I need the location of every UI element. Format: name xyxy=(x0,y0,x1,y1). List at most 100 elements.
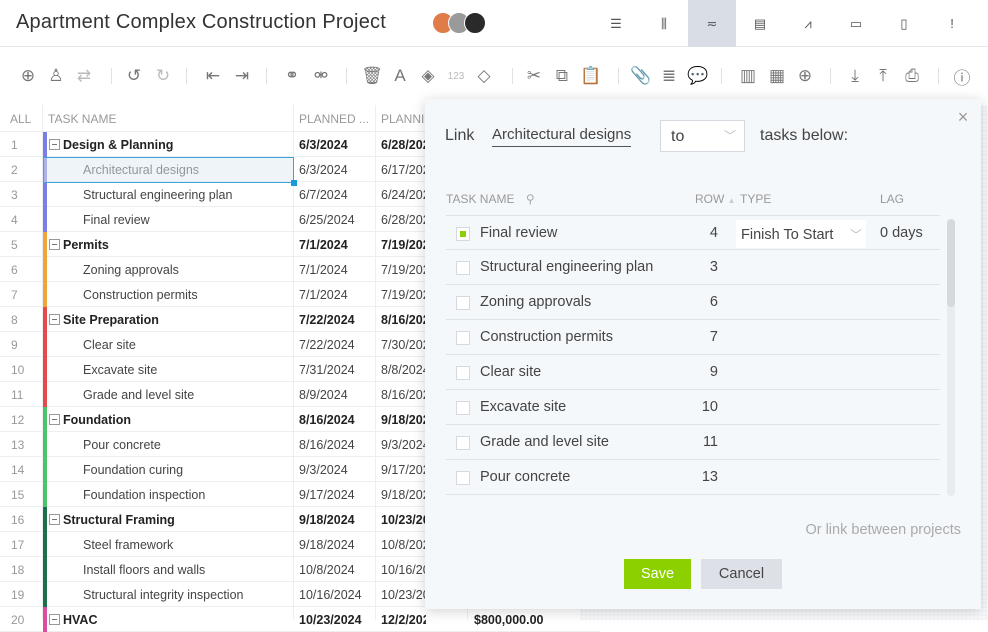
task-checkbox[interactable] xyxy=(456,296,470,310)
link-icon[interactable]: ⚭ xyxy=(280,64,304,88)
planned-start[interactable]: 6/3/2024 xyxy=(299,138,348,152)
dialog-task-row[interactable]: Clear site 9 xyxy=(446,355,940,390)
planned-start[interactable]: 6/7/2024 xyxy=(299,188,348,202)
cut-icon[interactable]: ✂ xyxy=(522,64,546,88)
cost[interactable]: $800,000.00 xyxy=(474,613,544,627)
lag-input[interactable]: 0 days xyxy=(880,225,923,241)
dialog-task-row[interactable]: Construction permits 7 xyxy=(446,320,940,355)
planned-start[interactable]: 6/3/2024 xyxy=(299,163,348,177)
col-planned-start[interactable]: PLANNED ... xyxy=(299,112,369,126)
planned-end[interactable]: 10/16/2024 xyxy=(381,563,426,577)
planned-start[interactable]: 8/16/2024 xyxy=(299,413,355,427)
planned-end[interactable]: 6/28/2024 xyxy=(381,138,426,152)
dashboard-view-button[interactable]: ⩘ xyxy=(784,0,832,47)
task-name[interactable]: Steel framework xyxy=(83,538,173,552)
planned-end[interactable]: 10/23/2024 xyxy=(381,513,426,527)
notes-icon[interactable]: ≣ xyxy=(657,64,681,88)
planned-start[interactable]: 7/31/2024 xyxy=(299,363,355,377)
task-checkbox[interactable] xyxy=(456,331,470,345)
collapse-toggle-icon[interactable] xyxy=(49,239,60,250)
col-planned-end[interactable]: PLANNI xyxy=(381,112,424,126)
info-icon[interactable]: ⓘ xyxy=(950,64,974,88)
copy-icon[interactable]: ⧉ xyxy=(550,64,574,88)
planned-start[interactable]: 7/1/2024 xyxy=(299,288,348,302)
planned-start[interactable]: 7/22/2024 xyxy=(299,313,355,327)
link-type-select[interactable]: Finish To Start ﹀ xyxy=(736,220,866,248)
board-view-button[interactable]: ⫼ xyxy=(640,0,688,47)
direction-select[interactable]: to ﹀ xyxy=(660,120,745,152)
task-name[interactable]: Grade and level site xyxy=(83,388,194,402)
milestone-icon[interactable]: ◇ xyxy=(472,64,496,88)
planned-start[interactable]: 10/8/2024 xyxy=(299,563,355,577)
planned-end[interactable]: 9/17/2024 xyxy=(381,463,426,477)
planned-end[interactable]: 6/28/2024 xyxy=(381,213,426,227)
task-checkbox[interactable] xyxy=(456,436,470,450)
source-task-name[interactable]: Architectural designs xyxy=(492,126,632,147)
planned-start[interactable]: 7/1/2024 xyxy=(299,263,348,277)
grid-icon[interactable]: ▦ xyxy=(765,64,789,88)
dialog-task-row[interactable]: Grade and level site 11 xyxy=(446,425,940,460)
col-all[interactable]: ALL xyxy=(10,112,31,126)
task-name[interactable]: Design & Planning xyxy=(63,138,173,152)
task-name[interactable]: Structural integrity inspection xyxy=(83,588,244,602)
task-checkbox[interactable] xyxy=(456,227,470,241)
recurring-icon[interactable]: ⇄ xyxy=(72,64,96,88)
planned-start[interactable]: 9/17/2024 xyxy=(299,488,355,502)
dialog-task-row[interactable]: Pour concrete 13 xyxy=(446,460,940,495)
indent-icon[interactable]: ⇥ xyxy=(230,64,254,88)
close-icon[interactable]: × xyxy=(955,108,971,126)
task-name[interactable]: Final review xyxy=(83,213,150,227)
task-name[interactable]: Install floors and walls xyxy=(83,563,205,577)
planned-end[interactable]: 10/23/2024 xyxy=(381,588,426,602)
col-task-name[interactable]: TASK NAME xyxy=(48,112,116,126)
files-view-button[interactable]: ▯ xyxy=(880,0,928,47)
gantt-view-button[interactable]: ≂ xyxy=(688,0,736,47)
dialog-scrollbar[interactable] xyxy=(947,219,955,496)
delete-icon[interactable]: 🗑 xyxy=(360,64,384,88)
save-button[interactable]: Save xyxy=(624,559,691,589)
planned-start[interactable]: 9/3/2024 xyxy=(299,463,348,477)
scrollbar-thumb[interactable] xyxy=(947,219,955,307)
zoom-in-icon[interactable]: ⊕ xyxy=(793,64,817,88)
task-name[interactable]: Site Preparation xyxy=(63,313,159,327)
task-name[interactable]: Foundation xyxy=(63,413,131,427)
collapse-toggle-icon[interactable] xyxy=(49,414,60,425)
import-icon[interactable]: ⤓ xyxy=(843,64,867,88)
planned-end[interactable]: 8/8/2024 xyxy=(381,363,426,377)
link-between-projects[interactable]: Or link between projects xyxy=(805,522,961,538)
dialog-col-row[interactable]: ROW ▲ xyxy=(695,192,736,206)
dialog-col-task-name[interactable]: TASK NAME ⚲ xyxy=(446,192,535,206)
planned-end[interactable]: 8/16/2024 xyxy=(381,313,426,327)
planned-start[interactable]: 9/18/2024 xyxy=(299,513,355,527)
planned-start[interactable]: 7/1/2024 xyxy=(299,238,348,252)
task-checkbox[interactable] xyxy=(456,261,470,275)
user-avatar-3[interactable] xyxy=(464,12,486,34)
cancel-button[interactable]: Cancel xyxy=(701,559,782,589)
planned-end[interactable]: 6/24/2024 xyxy=(381,188,426,202)
task-name[interactable]: Structural engineering plan xyxy=(83,188,232,202)
task-name[interactable]: Clear site xyxy=(83,338,136,352)
issues-view-button[interactable]: ! xyxy=(928,0,976,47)
task-name[interactable]: Excavate site xyxy=(83,363,157,377)
planned-end[interactable]: 9/3/2024 xyxy=(381,438,426,452)
print-icon[interactable]: ⎙ xyxy=(900,64,924,88)
assign-user-icon[interactable]: ♙ xyxy=(44,64,68,88)
dialog-task-row[interactable]: Final review 4 Finish To Start ﹀ 0 days xyxy=(446,215,940,250)
selected-cell[interactable] xyxy=(43,157,297,186)
task-name[interactable]: Pour concrete xyxy=(83,438,161,452)
collapse-toggle-icon[interactable] xyxy=(49,514,60,525)
numbering-icon[interactable]: 123 xyxy=(444,64,468,88)
planned-start[interactable]: 8/16/2024 xyxy=(299,438,355,452)
dialog-task-row[interactable]: Excavate site 10 xyxy=(446,390,940,425)
task-checkbox[interactable] xyxy=(456,471,470,485)
planned-end[interactable]: 8/16/2024 xyxy=(381,388,426,402)
task-name[interactable]: Zoning approvals xyxy=(83,263,179,277)
paste-icon[interactable]: 📋 xyxy=(579,64,603,88)
sheet-view-button[interactable]: ▤ xyxy=(736,0,784,47)
planned-end[interactable]: 7/19/2024 xyxy=(381,238,426,252)
planned-start[interactable]: 7/22/2024 xyxy=(299,338,355,352)
task-name[interactable]: Foundation inspection xyxy=(83,488,205,502)
planned-end[interactable]: 9/18/2024 xyxy=(381,413,426,427)
task-name[interactable]: HVAC xyxy=(63,613,98,627)
planned-start[interactable]: 6/25/2024 xyxy=(299,213,355,227)
